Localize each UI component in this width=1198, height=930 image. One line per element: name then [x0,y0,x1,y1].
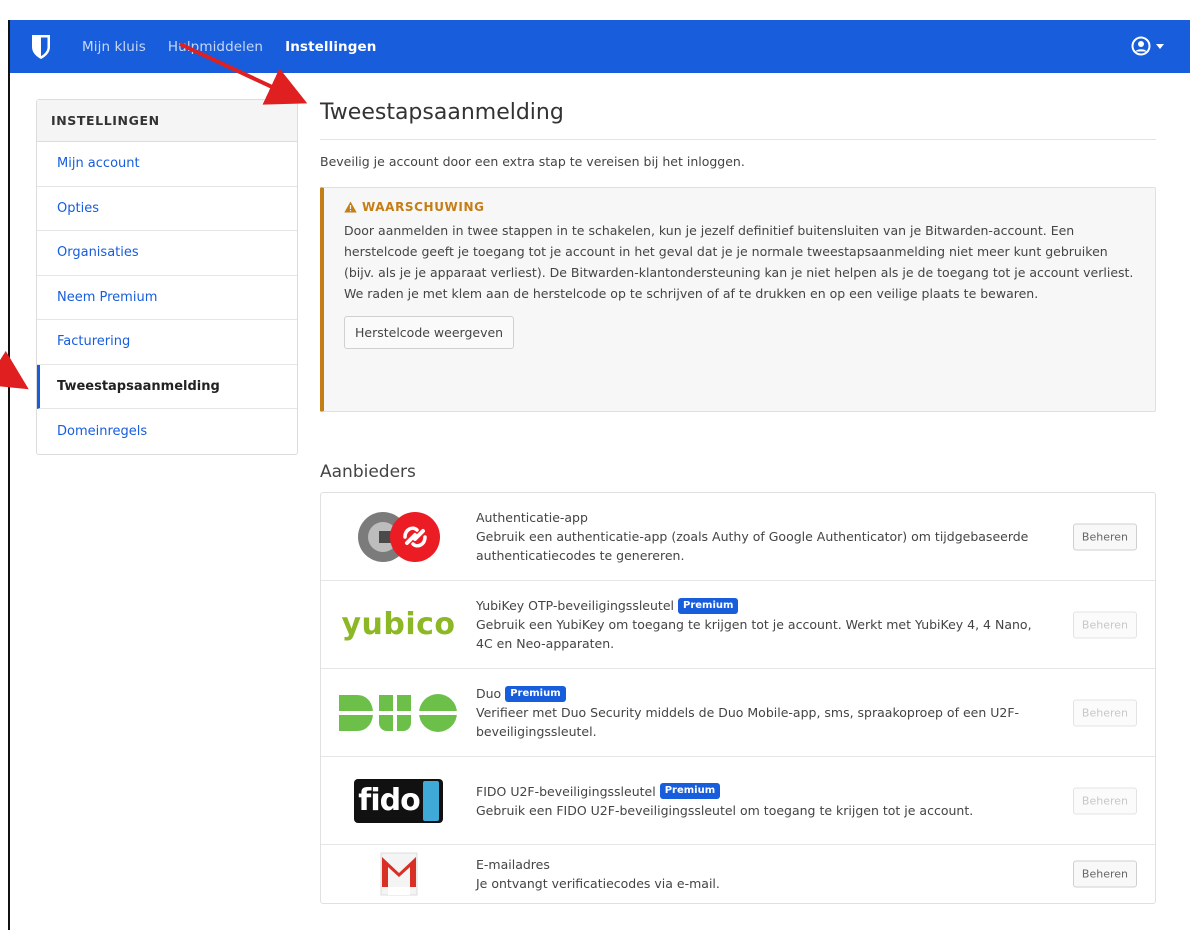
warning-callout: WAARSCHUWING Door aanmelden in twee stap… [320,187,1156,412]
email-logo [321,845,476,903]
manage-email-button[interactable]: Beheren [1072,860,1137,888]
provider-name: FIDO U2F-beveiligingssleutel [476,783,656,799]
provider-name: YubiKey OTP-beveiligingssleutel [476,598,674,613]
warning-text: Door aanmelden in twee stappen in te sch… [344,223,1134,301]
provider-yubikey: yubico YubiKey OTP-beveiligingssleutel Pr… [321,581,1155,669]
authy-google-icon [357,511,440,562]
provider-body: YubiKey OTP-beveiligingssleutel Premium G… [476,596,1155,653]
authenticator-app-logo [321,493,476,580]
sidebar-item-options[interactable]: Opties [37,187,297,231]
fido-logo: fido [321,757,476,844]
provider-description: Gebruik een authenticatie-app (zoals Aut… [476,529,1029,563]
provider-body: FIDO U2F-beveiligingssleutel Premium Gebr… [476,782,1155,820]
provider-name: Authenticatie-app [476,510,588,525]
premium-badge: Premium [659,783,721,799]
main-content: Tweestapsaanmelding Beveilig je account … [320,100,1156,904]
warning-title: WAARSCHUWING [344,200,1139,214]
sidebar-item-my-account[interactable]: Mijn account [37,142,297,187]
top-navbar: Mijn kluis Hulpmiddelen Instellingen [10,20,1190,73]
bitwarden-shield-icon[interactable] [30,34,52,60]
nav-link-settings[interactable]: Instellingen [285,39,376,55]
provider-name: Duo [476,686,502,701]
sidebar-item-premium[interactable]: Neem Premium [37,276,297,320]
sidebar-item-domain-rules[interactable]: Domeinregels [37,409,297,454]
provider-body: Authenticatie-app Gebruik een authentica… [476,508,1155,565]
provider-description: Je ontvangt verificatiecodes via e-mail. [476,876,720,891]
manage-duo-button[interactable]: Beheren [1072,699,1137,726]
yubico-logo: yubico [321,581,476,668]
provider-body: E-mailadres Je ontvangt verificatiecodes… [476,855,1155,893]
sidebar-item-two-step-login[interactable]: Tweestapsaanmelding [37,364,297,409]
show-recovery-code-button[interactable]: Herstelcode weergeven [344,316,515,349]
page-description: Beveilig je account door een extra stap … [320,154,745,169]
provider-description: Gebruik een YubiKey om toegang te krijge… [476,617,1032,651]
premium-badge: Premium [505,685,566,702]
provider-body: Duo Premium Verifieer met Duo Security mi… [476,684,1155,741]
premium-badge: Premium [678,597,739,614]
account-menu[interactable] [1131,36,1164,56]
provider-duo: Duo Premium Verifieer met Duo Security mi… [321,669,1155,757]
manage-fido-button[interactable]: Beheren [1072,787,1137,814]
provider-description: Gebruik een FIDO U2F-beveiligingssleutel… [476,802,974,818]
nav-link-tools[interactable]: Hulpmiddelen [168,39,263,55]
user-circle-icon [1131,36,1151,56]
manage-yubikey-button[interactable]: Beheren [1072,611,1137,638]
duo-logo [321,669,476,756]
yubico-logo-text: yubico [341,607,456,642]
providers-list: Authenticatie-app Gebruik een authentica… [320,492,1156,904]
page-title: Tweestapsaanmelding [320,100,1156,140]
sidebar-heading: INSTELLINGEN [37,100,297,142]
app-window: Mijn kluis Hulpmiddelen Instellingen INS… [8,20,1190,930]
warning-title-text: WAARSCHUWING [362,200,485,214]
duo-logo-icon [338,693,459,732]
manage-authenticator-button[interactable]: Beheren [1072,523,1137,550]
provider-name: E-mailadres [476,857,550,872]
nav-link-vault[interactable]: Mijn kluis [82,39,146,55]
chevron-down-icon [1156,43,1164,49]
provider-description: Verifieer met Duo Security middels de Du… [476,705,1020,739]
providers-heading: Aanbieders [320,462,416,482]
fido-logo-text: fido [358,783,420,818]
provider-fido-u2f: fido FIDO U2F-beveiligingssleutel Premium… [321,757,1155,845]
provider-email: E-mailadres Je ontvangt verificatiecodes… [321,845,1155,903]
u2f-mark-icon [422,780,439,821]
gmail-icon [380,852,417,896]
provider-authenticator-app: Authenticatie-app Gebruik een authentica… [321,493,1155,581]
sidebar-item-organizations[interactable]: Organisaties [37,231,297,276]
settings-sidebar: INSTELLINGEN Mijn account Opties Organis… [36,99,298,455]
warning-triangle-icon [344,201,357,213]
sidebar-item-billing[interactable]: Facturering [37,320,297,365]
